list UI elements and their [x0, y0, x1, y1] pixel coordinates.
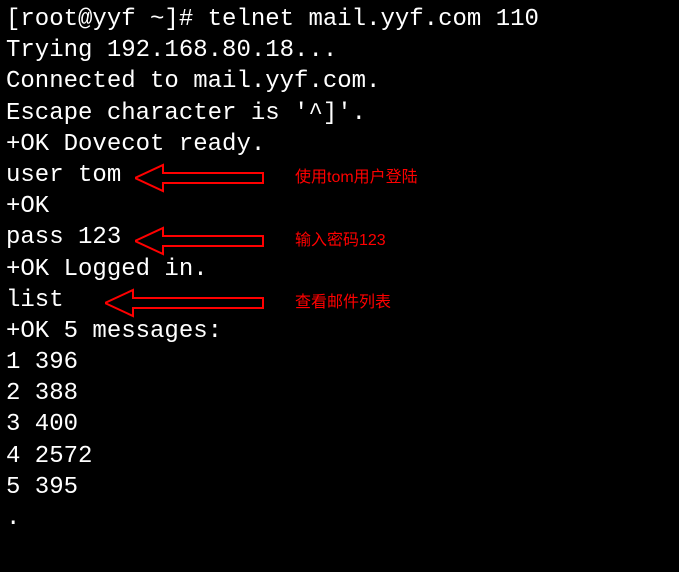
terminal-output: 1 396: [6, 347, 673, 378]
terminal-output: 2 388: [6, 378, 673, 409]
terminal-input-pass[interactable]: pass 123: [6, 222, 673, 253]
terminal-output: +OK: [6, 191, 673, 222]
telnet-command: telnet mail.yyf.com 110: [208, 6, 539, 33]
terminal-command-line[interactable]: [root@yyf ~]# telnet mail.yyf.com 110: [6, 4, 673, 35]
shell-prompt: [root@yyf ~]#: [6, 6, 208, 33]
terminal-output: Trying 192.168.80.18...: [6, 35, 673, 66]
terminal-output: Escape character is '^]'.: [6, 98, 673, 129]
terminal-output: 5 395: [6, 472, 673, 503]
terminal-output: .: [6, 503, 673, 534]
terminal-output: +OK 5 messages:: [6, 316, 673, 347]
terminal-output: 3 400: [6, 409, 673, 440]
terminal-output: Connected to mail.yyf.com.: [6, 66, 673, 97]
terminal-output: +OK Dovecot ready.: [6, 129, 673, 160]
terminal-output: +OK Logged in.: [6, 254, 673, 285]
terminal-output: 4 2572: [6, 441, 673, 472]
terminal-input-list[interactable]: list: [6, 285, 673, 316]
terminal-input-user[interactable]: user tom: [6, 160, 673, 191]
